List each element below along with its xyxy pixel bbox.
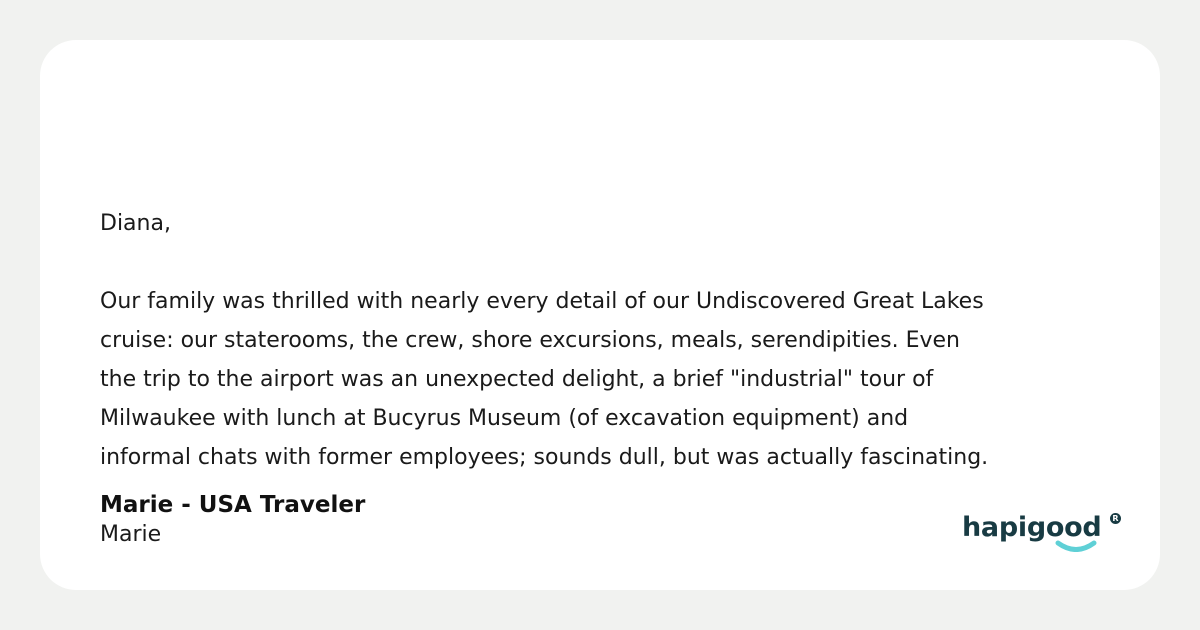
message-line: the trip to the airport was an unexpecte… (100, 367, 934, 392)
message-line: informal chats with former employees; so… (100, 445, 989, 470)
author-title: Marie - USA Traveler (100, 492, 366, 518)
testimonial-card: Diana, Our family was thrilled with near… (40, 40, 1160, 590)
smile-icon (1055, 540, 1097, 552)
hapigood-logo: hapigood R (962, 510, 1122, 554)
message-line: cruise: our staterooms, the crew, shore … (100, 328, 960, 353)
message-line: Our family was thrilled with nearly ever… (100, 289, 984, 314)
author-name: Marie (100, 522, 162, 547)
testimonial-message: Our family was thrilled with nearly ever… (100, 282, 988, 477)
registered-mark-icon: R (1110, 513, 1121, 524)
greeting: Diana, (100, 211, 171, 236)
message-line: Milwaukee with lunch at Bucyrus Museum (… (100, 406, 909, 431)
